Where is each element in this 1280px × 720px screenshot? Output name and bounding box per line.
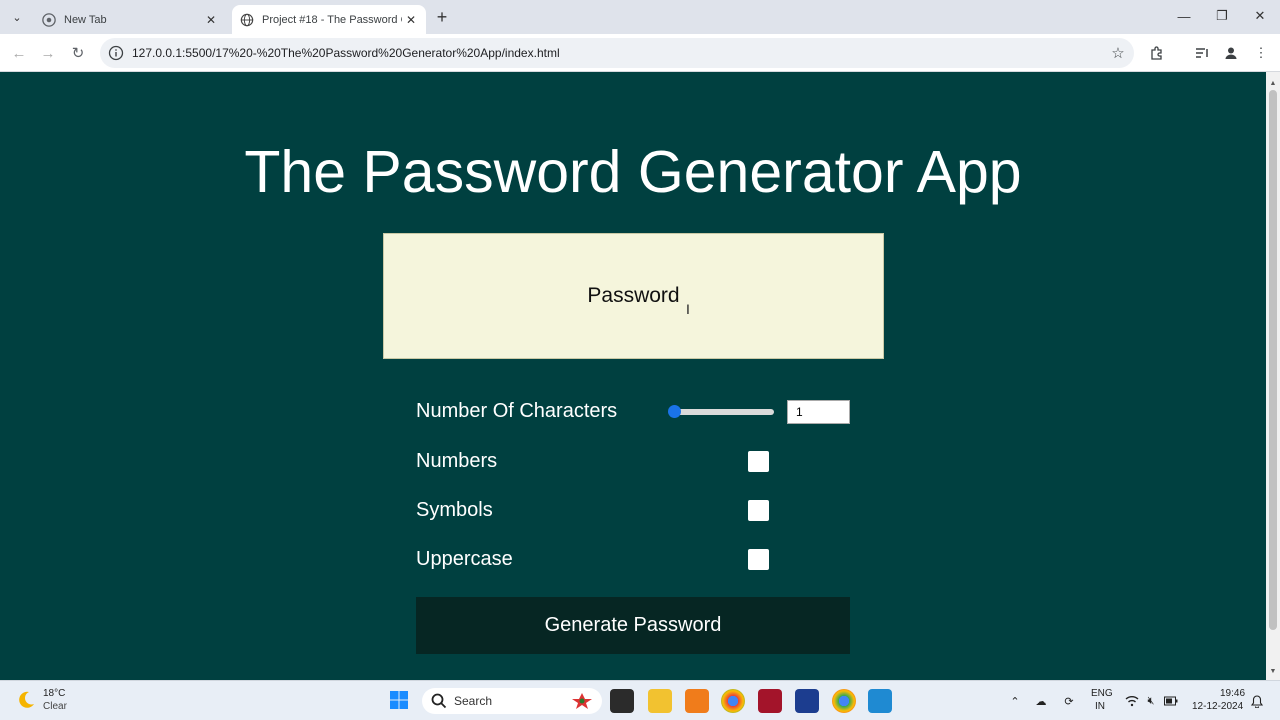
symbols-label: Symbols <box>416 499 493 521</box>
notification-bell-icon[interactable] <box>1249 693 1265 709</box>
forward-arrow-icon[interactable]: → <box>37 42 59 64</box>
close-tab-icon[interactable]: ✕ <box>402 11 420 29</box>
tab-title: Project #18 - The Password Gen <box>262 13 402 26</box>
search-label: Search <box>454 694 493 708</box>
screen-recorder-icon[interactable] <box>758 689 782 713</box>
chrome-active-icon[interactable] <box>832 689 856 713</box>
tab-new-tab[interactable]: New Tab ✕ <box>34 5 226 34</box>
extensions-puzzle-icon[interactable] <box>1146 42 1168 64</box>
close-tab-icon[interactable]: ✕ <box>202 11 220 29</box>
length-slider-thumb[interactable] <box>668 405 681 418</box>
numbers-checkbox[interactable] <box>748 451 769 472</box>
more-menu-icon[interactable]: ⋮ <box>1250 42 1272 64</box>
close-window-icon[interactable]: ✕ <box>1245 5 1275 27</box>
chrome-app-icon[interactable] <box>721 689 745 713</box>
taskbar-search[interactable]: Search <box>422 688 602 714</box>
volume-muted-icon[interactable]: 🔇︎ <box>1143 693 1159 709</box>
chrome-icon <box>42 12 56 27</box>
page-viewport: The Password Generator App Password I Nu… <box>0 72 1266 680</box>
vscode-icon[interactable] <box>868 689 892 713</box>
new-tab-plus-icon[interactable]: + <box>432 7 452 27</box>
weather-description: Clear <box>43 701 67 712</box>
battery-icon[interactable] <box>1163 693 1179 709</box>
clock-time[interactable]: 19:46 <box>1220 688 1245 699</box>
wifi-icon[interactable] <box>1124 693 1140 709</box>
task-view-icon[interactable] <box>610 689 634 713</box>
media-controls-icon[interactable] <box>1191 42 1213 64</box>
uppercase-checkbox[interactable] <box>748 549 769 570</box>
page-scrollbar[interactable]: ▲ ▼ <box>1266 72 1280 680</box>
numbers-label: Numbers <box>416 450 498 472</box>
minimize-icon[interactable]: — <box>1169 5 1199 27</box>
site-info-icon[interactable] <box>108 45 124 61</box>
profile-icon[interactable] <box>1220 42 1242 64</box>
symbols-checkbox[interactable] <box>748 500 769 521</box>
scrollbar-thumb[interactable] <box>1269 90 1277 630</box>
reload-icon[interactable]: ↻ <box>67 42 89 64</box>
back-arrow-icon[interactable]: ← <box>8 42 30 64</box>
browser-tab-strip: ⌄ New Tab ✕ Project #18 - The Password G… <box>0 0 1280 34</box>
length-slider[interactable] <box>672 409 774 415</box>
restore-icon[interactable]: ❐ <box>1207 5 1237 27</box>
url-text: 127.0.0.1:5500/17%20-%20The%20Password%2… <box>132 46 560 60</box>
browser-toolbar: ← → ↻ 127.0.0.1:5500/17%20-%20The%20Pass… <box>0 34 1280 72</box>
file-explorer-icon[interactable] <box>648 689 672 713</box>
weather-temperature: 18°C <box>43 688 66 699</box>
show-hidden-icons-chevron-icon[interactable]: ⌃ <box>1007 693 1023 709</box>
clock-date[interactable]: 12-12-2024 <box>1192 701 1243 712</box>
tab-search-dropdown-icon[interactable]: ⌄ <box>6 6 28 28</box>
mathworks-icon[interactable] <box>795 689 819 713</box>
uppercase-label: Uppercase <box>416 548 513 570</box>
onedrive-cloud-icon[interactable]: ☁ <box>1033 693 1049 709</box>
sublime-text-icon[interactable] <box>685 689 709 713</box>
scroll-down-arrow-icon[interactable]: ▼ <box>1269 668 1277 676</box>
bookmark-star-icon[interactable]: ☆ <box>1108 44 1128 62</box>
region-indicator: IN <box>1095 701 1105 712</box>
windows-taskbar: 18°C Clear Search ⌃ ☁ ⟳ ENG IN 🔇︎ 19:46 … <box>0 680 1280 720</box>
address-bar[interactable]: 127.0.0.1:5500/17%20-%20The%20Password%2… <box>100 38 1134 68</box>
generate-password-button[interactable]: Generate Password <box>416 597 850 654</box>
search-icon <box>431 693 447 709</box>
search-highlight-icon <box>572 693 592 709</box>
password-display[interactable]: Password <box>383 233 884 359</box>
windows-start-icon[interactable] <box>389 690 409 710</box>
length-number-input[interactable] <box>787 400 850 424</box>
sync-icon[interactable]: ⟳ <box>1061 693 1077 709</box>
tab-project-18[interactable]: Project #18 - The Password Gen ✕ <box>232 5 426 34</box>
language-indicator[interactable]: ENG <box>1091 688 1113 699</box>
page-title: The Password Generator App <box>244 139 1022 205</box>
moon-weather-icon[interactable] <box>16 690 36 710</box>
scroll-up-arrow-icon[interactable]: ▲ <box>1269 80 1277 88</box>
globe-icon <box>240 13 254 26</box>
tab-title: New Tab <box>64 13 107 26</box>
text-cursor-icon: I <box>686 301 690 317</box>
length-label: Number Of Characters <box>416 400 618 422</box>
